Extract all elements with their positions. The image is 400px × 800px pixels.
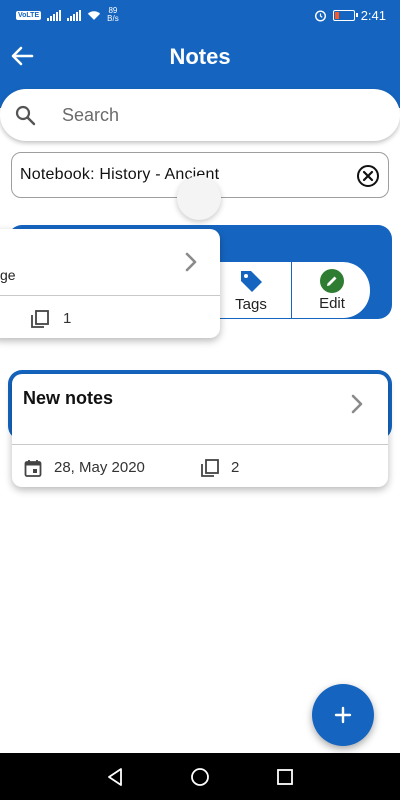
clear-filter-icon[interactable] [356,164,380,188]
search-icon [15,105,36,126]
calendar-icon [24,460,42,477]
chevron-right-icon [351,394,363,414]
note-card[interactable]: ge 1 [0,229,220,338]
page-count: 1 [63,310,72,327]
page-title: Notes [169,44,231,69]
clock: 2:41 [360,8,386,23]
wifi-icon [88,10,101,20]
pages-icon [31,310,49,328]
volte-badge: VoLTE [16,10,42,20]
chevron-right-icon [185,252,197,272]
pencil-icon [320,269,344,293]
alarm-icon [314,10,326,22]
page-count: 2 [231,459,240,476]
battery-icon [332,10,358,21]
search-bar[interactable] [0,89,400,141]
card-divider [12,444,388,445]
network-speed: 89 B/s [107,7,119,23]
note-title: New notes [23,388,114,408]
signal-icon [47,9,62,21]
nav-recents-icon[interactable] [274,766,296,788]
note-card[interactable]: New notes 28, May 2020 2 [12,374,388,487]
signal-icon-2 [67,9,82,21]
notes-screen: VoLTE 89B/s 2:41 Notes Notebook: History… [0,0,400,800]
edit-label: Edit [319,295,345,312]
tags-label: Tags [235,296,267,313]
note-title: ge [0,267,16,283]
pages-icon [201,459,219,477]
nav-back-icon[interactable] [104,766,126,788]
edit-button[interactable]: Edit [293,262,371,319]
plus-icon [334,706,352,724]
search-input[interactable] [62,103,372,127]
tags-button[interactable]: Tags [211,262,291,319]
tag-icon [241,271,262,292]
status-bar: VoLTE 89 B/s 2:41 [0,0,400,32]
add-note-button[interactable] [312,684,374,746]
action-divider [291,262,292,319]
battery-level [334,12,339,19]
status-left: VoLTE 89 B/s [16,7,119,23]
status-right: 2:41 [314,8,386,23]
note-date: 28, May 2020 [54,459,145,476]
speed-unit: B/s [107,14,119,23]
system-nav-bar [0,753,400,800]
nav-home-icon[interactable] [189,766,211,788]
touch-ripple [177,176,221,220]
card-divider [0,295,220,296]
